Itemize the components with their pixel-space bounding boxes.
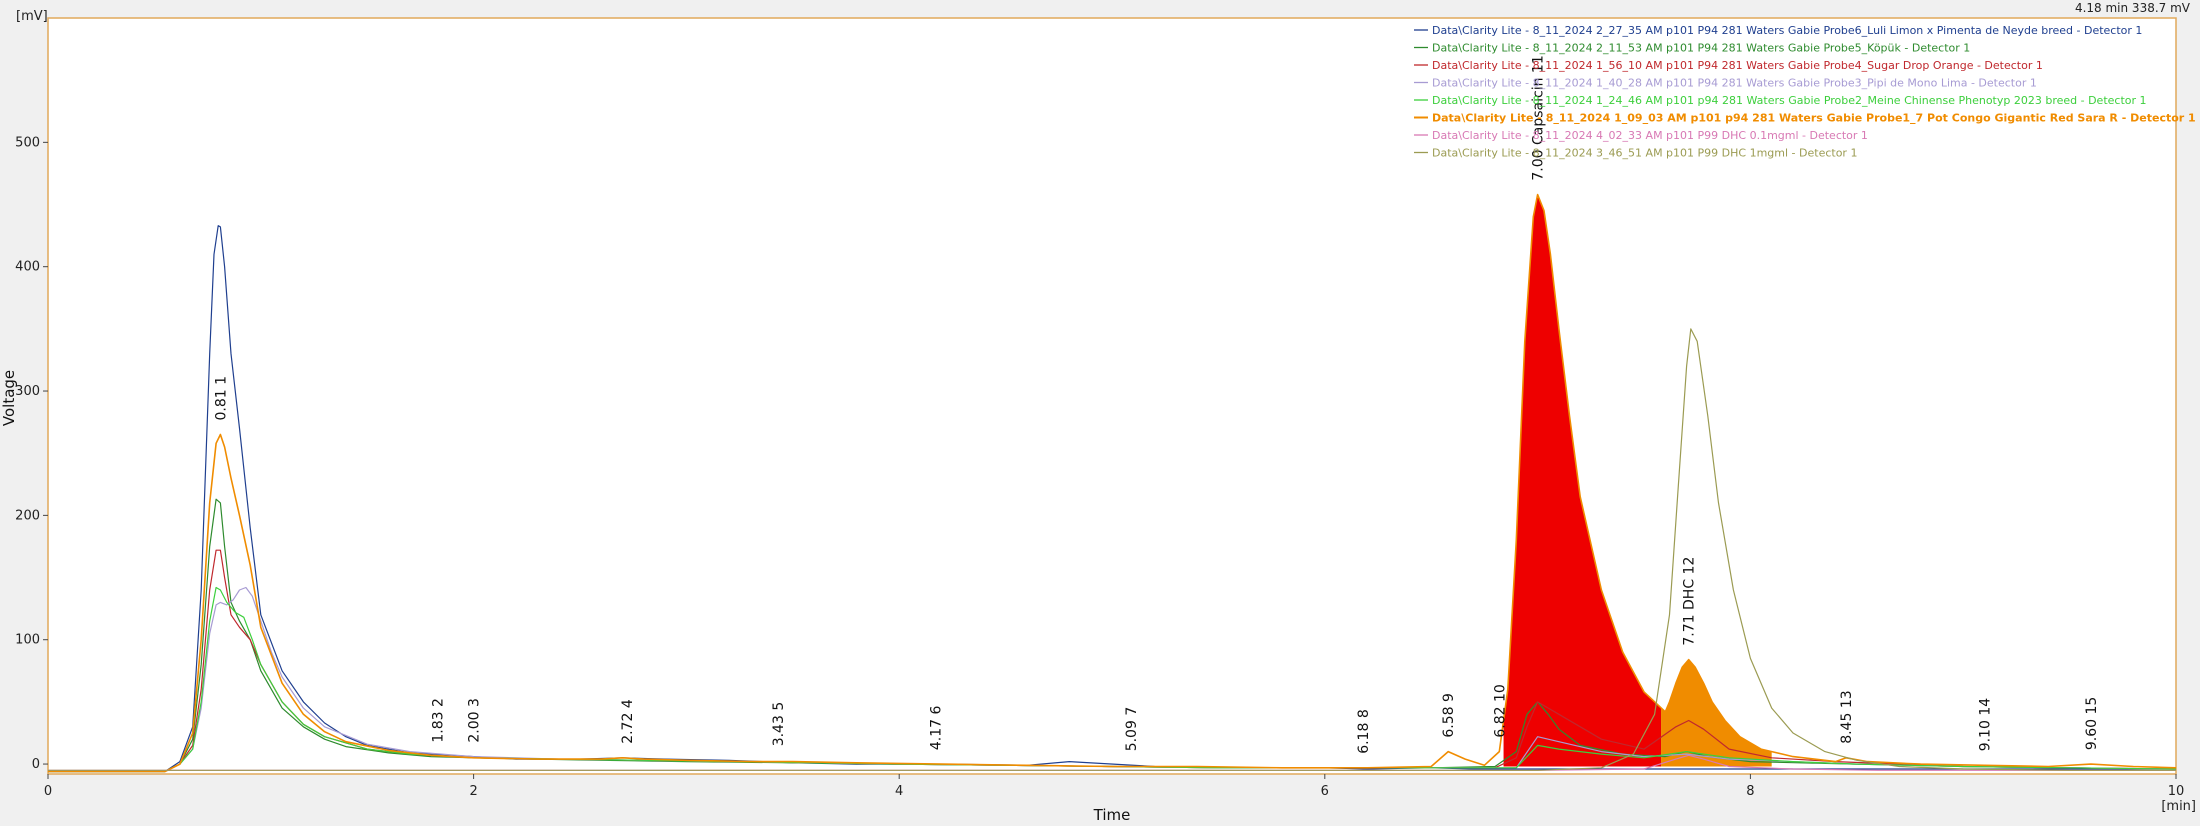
peak-label: 3.43 5 — [771, 702, 787, 747]
y-tick-label: 100 — [15, 633, 40, 648]
peak-label: 2.00 3 — [467, 698, 483, 743]
x-tick-label: 4 — [895, 784, 903, 799]
legend-entry[interactable]: Data\Clarity Lite - 8_11_2024 2_11_53 AM… — [1432, 42, 1970, 55]
cursor-readout: 4.18 min 338.7 mV — [2075, 1, 2191, 15]
y-tick-label: 200 — [15, 508, 40, 523]
peak-label: 6.58 9 — [1441, 693, 1457, 738]
x-axis-title: Time — [1093, 806, 1131, 824]
y-tick-label: 400 — [15, 260, 40, 275]
y-tick-label: 0 — [32, 757, 40, 772]
legend-entry[interactable]: Data\Clarity Lite - 8_11_2024 2_27_35 AM… — [1432, 24, 2142, 37]
peak-label: 0.81 1 — [213, 376, 229, 421]
legend-entry[interactable]: Data\Clarity Lite - 8_11_2024 4_02_33 AM… — [1432, 129, 1868, 142]
peak-label: 9.10 14 — [1978, 698, 1994, 752]
chromatogram-chart: [mV] [min] 4.18 min 338.7 mV Time Voltag… — [0, 0, 2200, 826]
y-tick-label: 500 — [15, 135, 40, 150]
chromatogram-svg: [mV] [min] 4.18 min 338.7 mV Time Voltag… — [0, 0, 2200, 826]
peak-label: 9.60 15 — [2084, 697, 2100, 750]
x-tick-label: 0 — [44, 784, 52, 799]
legend-entry[interactable]: Data\Clarity Lite - 8_11_2024 1_24_46 AM… — [1432, 94, 2147, 107]
x-unit-label: [min] — [2161, 799, 2196, 814]
peak-label: 8.45 13 — [1839, 690, 1855, 743]
peak-label: 5.09 7 — [1124, 707, 1140, 752]
x-tick-label: 10 — [2168, 784, 2185, 799]
legend-entry[interactable]: Data\Clarity Lite - 8_11_2024 1_40_28 AM… — [1432, 77, 2037, 90]
x-tick-label: 2 — [469, 784, 477, 799]
peak-label: 6.82 10 — [1492, 684, 1508, 737]
x-tick-label: 6 — [1321, 784, 1329, 799]
peak-label: 7.71 DHC 12 — [1682, 557, 1698, 646]
peak-label: 4.17 6 — [928, 705, 944, 750]
x-tick-label: 8 — [1746, 784, 1754, 799]
peak-label: 1.83 2 — [430, 698, 446, 743]
legend-entry[interactable]: Data\Clarity Lite - 8_11_2024 3_46_51 AM… — [1432, 147, 1857, 160]
y-unit-label: [mV] — [16, 9, 48, 24]
legend-entry[interactable]: Data\Clarity Lite - 8_11_2024 1_56_10 AM… — [1432, 59, 2043, 72]
y-tick-label: 300 — [15, 384, 40, 399]
legend-entry[interactable]: Data\Clarity Lite - 8_11_2024 1_09_03 AM… — [1432, 112, 2196, 125]
peak-label: 2.72 4 — [620, 699, 636, 744]
peak-label: 6.18 8 — [1356, 709, 1372, 754]
